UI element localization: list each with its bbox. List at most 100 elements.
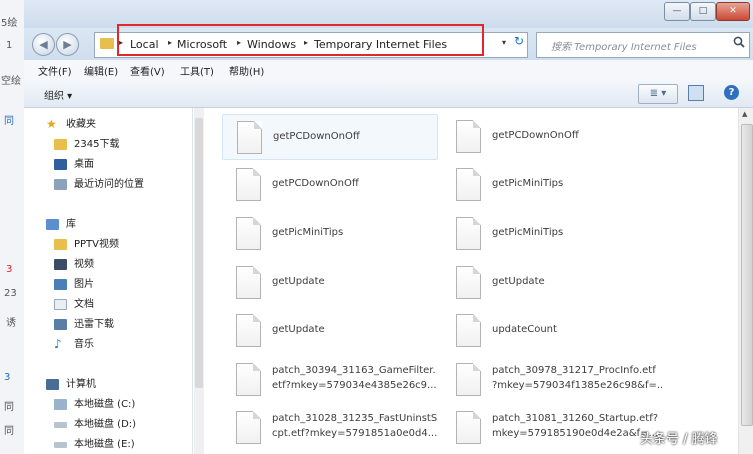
address-highlight-annotation	[117, 24, 484, 56]
file-icon	[236, 363, 261, 396]
organize-button[interactable]: 组织 ▾	[44, 87, 72, 102]
folder-icon	[54, 139, 67, 150]
library-icon	[46, 219, 59, 230]
explorer-window: — □ ✕ ◀ ▶ ▸ Local ▸ Microsoft ▸ Windows …	[24, 0, 753, 454]
file-list: getPCDownOnOff getPCDownOnOff getPCDownO…	[220, 108, 753, 454]
file-icon	[456, 411, 481, 444]
file-name: getPicMiniTips	[492, 178, 564, 189]
command-toolbar: 组织 ▾ ≣ ▾ ?	[24, 80, 753, 108]
file-name: patch_30394_31163_GameFilter.	[272, 365, 436, 376]
help-icon[interactable]: ?	[724, 85, 739, 100]
file-icon	[456, 168, 481, 201]
file-name-line2: ?mkey=579034f1385e26c98&f=...	[492, 380, 662, 391]
file-name: patch_31028_31235_FastUninstS	[272, 413, 438, 424]
menu-edit[interactable]: 编辑(E)	[84, 63, 118, 78]
nav-pane-scrollbar[interactable]	[194, 108, 204, 454]
navigation-pane: ★ 收藏夹 2345下载 桌面 最近访问的位置 库 PPTV视频 视频 图片 文…	[24, 108, 193, 454]
file-tile[interactable]: patch_30978_31217_ProcInfo.etf ?mkey=579…	[442, 357, 662, 401]
file-name: updateCount	[492, 324, 557, 335]
scroll-up-arrow[interactable]: ▲	[742, 110, 747, 118]
file-icon	[456, 363, 481, 396]
music-icon: ♪	[54, 337, 62, 351]
file-icon	[456, 120, 481, 153]
menu-bar: 文件(F) 编辑(E) 查看(V) 工具(T) 帮助(H)	[24, 60, 753, 81]
download-folder-icon	[54, 319, 67, 330]
file-list-scrollbar-thumb[interactable]	[741, 124, 753, 426]
star-icon: ★	[46, 117, 57, 131]
pictures-icon	[54, 279, 67, 290]
file-icon	[236, 411, 261, 444]
watermark-text: 头条号 / 腾锋	[640, 432, 718, 447]
file-icon	[236, 217, 261, 250]
file-tile[interactable]: getUpdate	[442, 260, 656, 304]
file-name: getUpdate	[272, 276, 325, 287]
file-tile[interactable]: getUpdate	[222, 260, 436, 304]
file-name: getPicMiniTips	[272, 227, 344, 238]
background-text: 同	[4, 402, 14, 413]
file-tile[interactable]: getPCDownOnOff	[222, 114, 438, 160]
search-input[interactable]: 搜索 Temporary Internet Files	[536, 32, 750, 58]
minimize-button[interactable]: —	[664, 2, 690, 21]
file-name-line2: cpt.etf?mkey=5791851a0e0d4...	[272, 428, 438, 439]
documents-icon	[54, 299, 67, 310]
file-name: getPCDownOnOff	[492, 130, 579, 141]
file-tile[interactable]: getUpdate	[222, 308, 436, 352]
preview-pane-icon[interactable]	[688, 85, 704, 101]
file-tile[interactable]: patch_31081_31260_Startup.etf? mkey=5791…	[442, 405, 658, 449]
menu-help[interactable]: 帮助(H)	[229, 63, 264, 78]
folder-icon	[54, 239, 67, 250]
search-placeholder: 搜索 Temporary Internet Files	[551, 42, 697, 53]
computer-icon	[46, 379, 59, 390]
drive-icon	[54, 422, 67, 428]
maximize-button[interactable]: □	[690, 2, 716, 21]
file-tile[interactable]: patch_31028_31235_FastUninstS cpt.etf?mk…	[222, 405, 437, 449]
file-tile[interactable]: updateCount	[442, 308, 656, 352]
file-name: patch_31081_31260_Startup.etf?	[492, 413, 659, 424]
background-text: 同	[4, 116, 14, 127]
file-tile[interactable]: getPCDownOnOff	[442, 114, 656, 158]
menu-view[interactable]: 查看(V)	[130, 63, 165, 78]
background-text: 空绘	[1, 76, 21, 87]
file-icon	[456, 217, 481, 250]
file-icon	[236, 314, 261, 347]
background-text: 同	[4, 426, 14, 437]
file-icon	[236, 168, 261, 201]
forward-button[interactable]: ▶	[56, 33, 79, 56]
close-button[interactable]: ✕	[716, 2, 750, 21]
change-view-button[interactable]: ≣ ▾	[638, 84, 678, 104]
file-name: getPicMiniTips	[492, 227, 564, 238]
menu-tools[interactable]: 工具(T)	[180, 63, 214, 78]
file-icon	[456, 266, 481, 299]
drive-icon	[54, 442, 67, 448]
file-name: getUpdate	[492, 276, 545, 287]
file-tile[interactable]: getPicMiniTips	[442, 162, 656, 206]
background-text: 3	[4, 372, 11, 383]
file-tile[interactable]: patch_30394_31163_GameFilter. etf?mkey=5…	[222, 357, 437, 401]
search-icon[interactable]	[733, 36, 745, 52]
file-name-line2: etf?mkey=579034e4385e26c9...	[272, 380, 437, 391]
menu-file[interactable]: 文件(F)	[38, 63, 72, 78]
desktop-icon	[54, 159, 67, 170]
recent-places-icon	[54, 179, 67, 190]
file-icon	[237, 121, 262, 154]
file-icon	[236, 266, 261, 299]
background-window-strip: 5绘 1 空绘 同 3 23 诱 3 同 同	[0, 0, 25, 454]
background-text: 5绘	[1, 18, 18, 29]
file-name: patch_30978_31217_ProcInfo.etf	[492, 365, 656, 376]
refresh-icon[interactable]: ↻	[514, 34, 524, 48]
back-button[interactable]: ◀	[32, 33, 55, 56]
file-name: getPCDownOnOff	[272, 178, 359, 189]
drive-icon	[54, 399, 67, 410]
nav-pane-scrollbar-thumb[interactable]	[195, 118, 203, 388]
background-text: 3	[6, 264, 13, 275]
address-dropdown-button[interactable]: ▾	[502, 38, 506, 47]
file-name: getUpdate	[272, 324, 325, 335]
file-tile[interactable]: getPCDownOnOff	[222, 162, 436, 206]
file-list-scrollbar[interactable]: ▲	[738, 108, 753, 454]
background-text: 1	[6, 40, 13, 51]
file-tile[interactable]: getPicMiniTips	[442, 211, 656, 255]
video-icon	[54, 259, 67, 270]
background-text: 23	[4, 288, 17, 299]
file-icon	[456, 314, 481, 347]
file-tile[interactable]: getPicMiniTips	[222, 211, 436, 255]
